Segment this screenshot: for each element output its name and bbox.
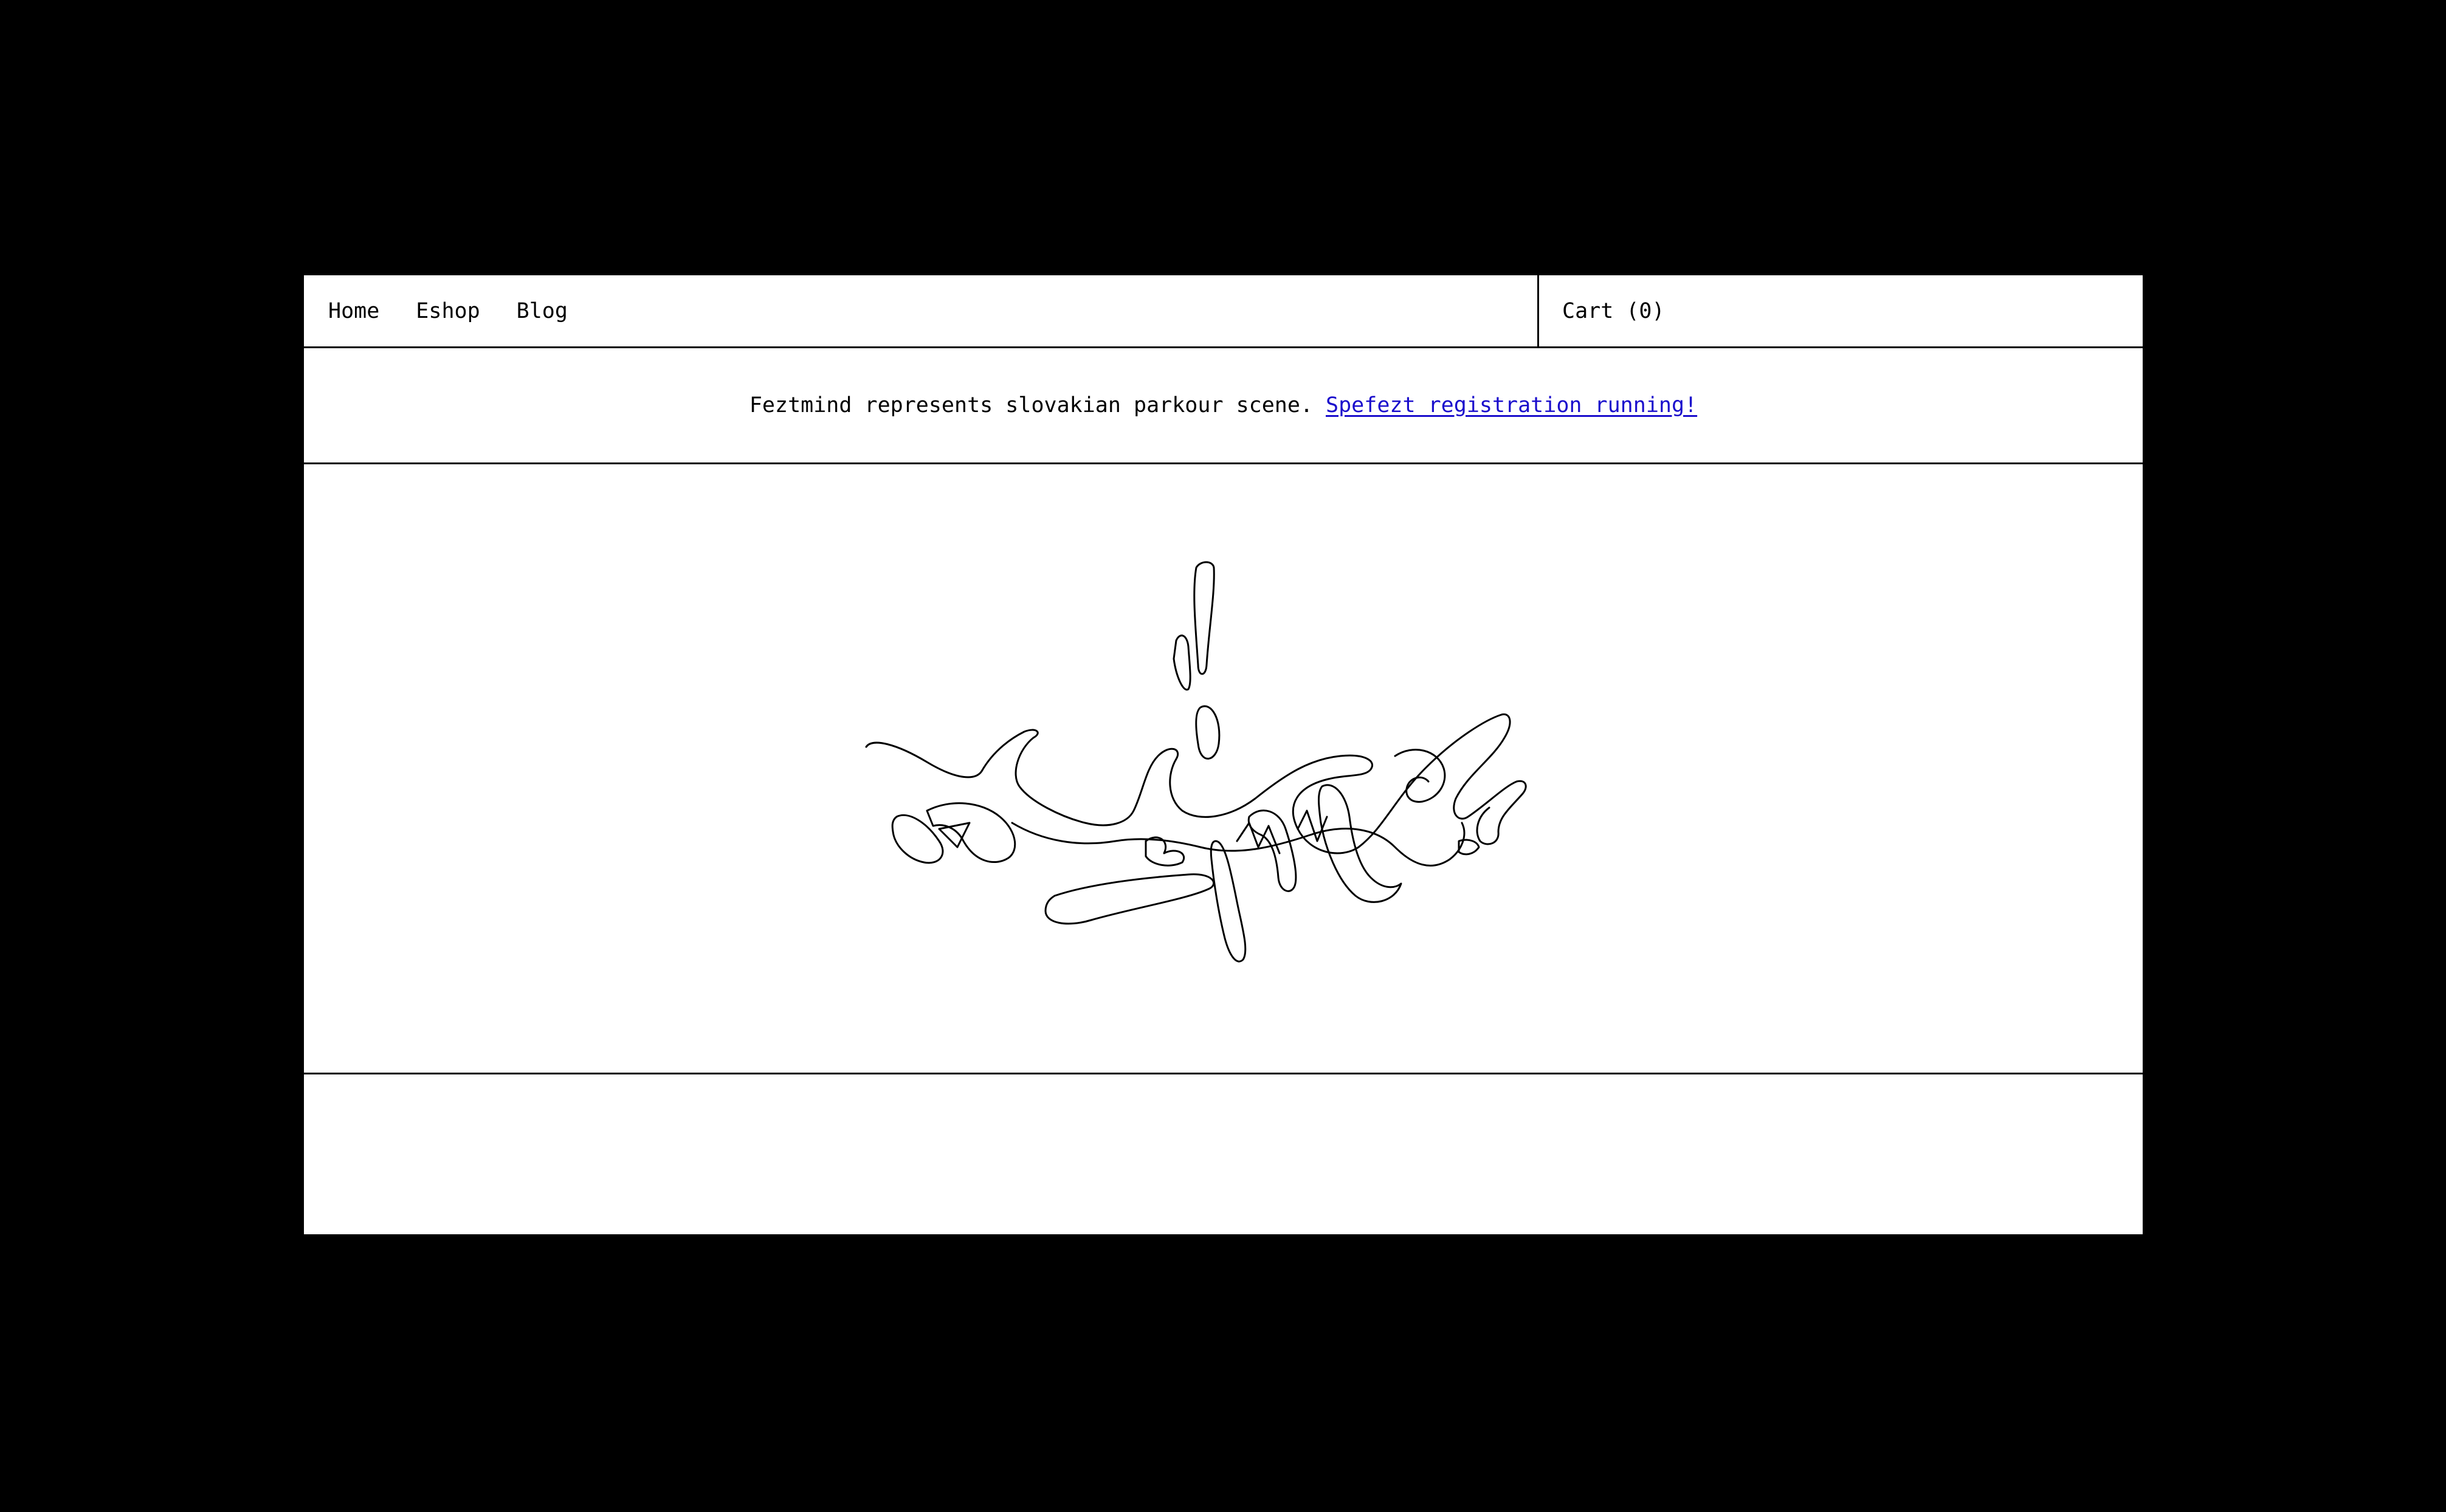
top-navigation: Home Eshop Blog Cart (0) [304,275,2143,348]
nav-link-home[interactable]: Home [328,299,379,323]
nav-link-eshop[interactable]: Eshop [416,299,480,323]
cart-link[interactable]: Cart (0) [1562,299,1665,323]
hero-section [304,464,2143,1074]
spefezt-registration-link[interactable]: Spefezt registration running! [1326,393,1697,418]
page-frame: Home Eshop Blog Cart (0) Feztmind repres… [304,275,2143,1234]
logo-bottom-spike [1210,840,1247,963]
main-nav: Home Eshop Blog [304,275,1539,346]
feztmind-graffiti-logo[interactable] [860,555,1590,981]
logo-left-blob [891,814,944,864]
logo-m-stroke [1247,809,1297,892]
logo-lower-body [926,802,1016,864]
announcement-text: Feztmind represents slovakian parkour sc… [749,393,1314,418]
announcement-bar: Feztmind represents slovakian parkour sc… [304,348,2143,464]
cart-area: Cart (0) [1539,275,2143,346]
logo-center-letters [1011,822,1466,867]
nav-link-blog[interactable]: Blog [517,299,568,323]
logo-top-spike [1193,561,1215,675]
logo-k-stroke [1318,784,1402,903]
logo-droplet [1195,705,1221,760]
logo-small-spike [1173,634,1191,691]
logo-bottom-bar [1044,873,1214,925]
footer-area [304,1074,2143,1234]
